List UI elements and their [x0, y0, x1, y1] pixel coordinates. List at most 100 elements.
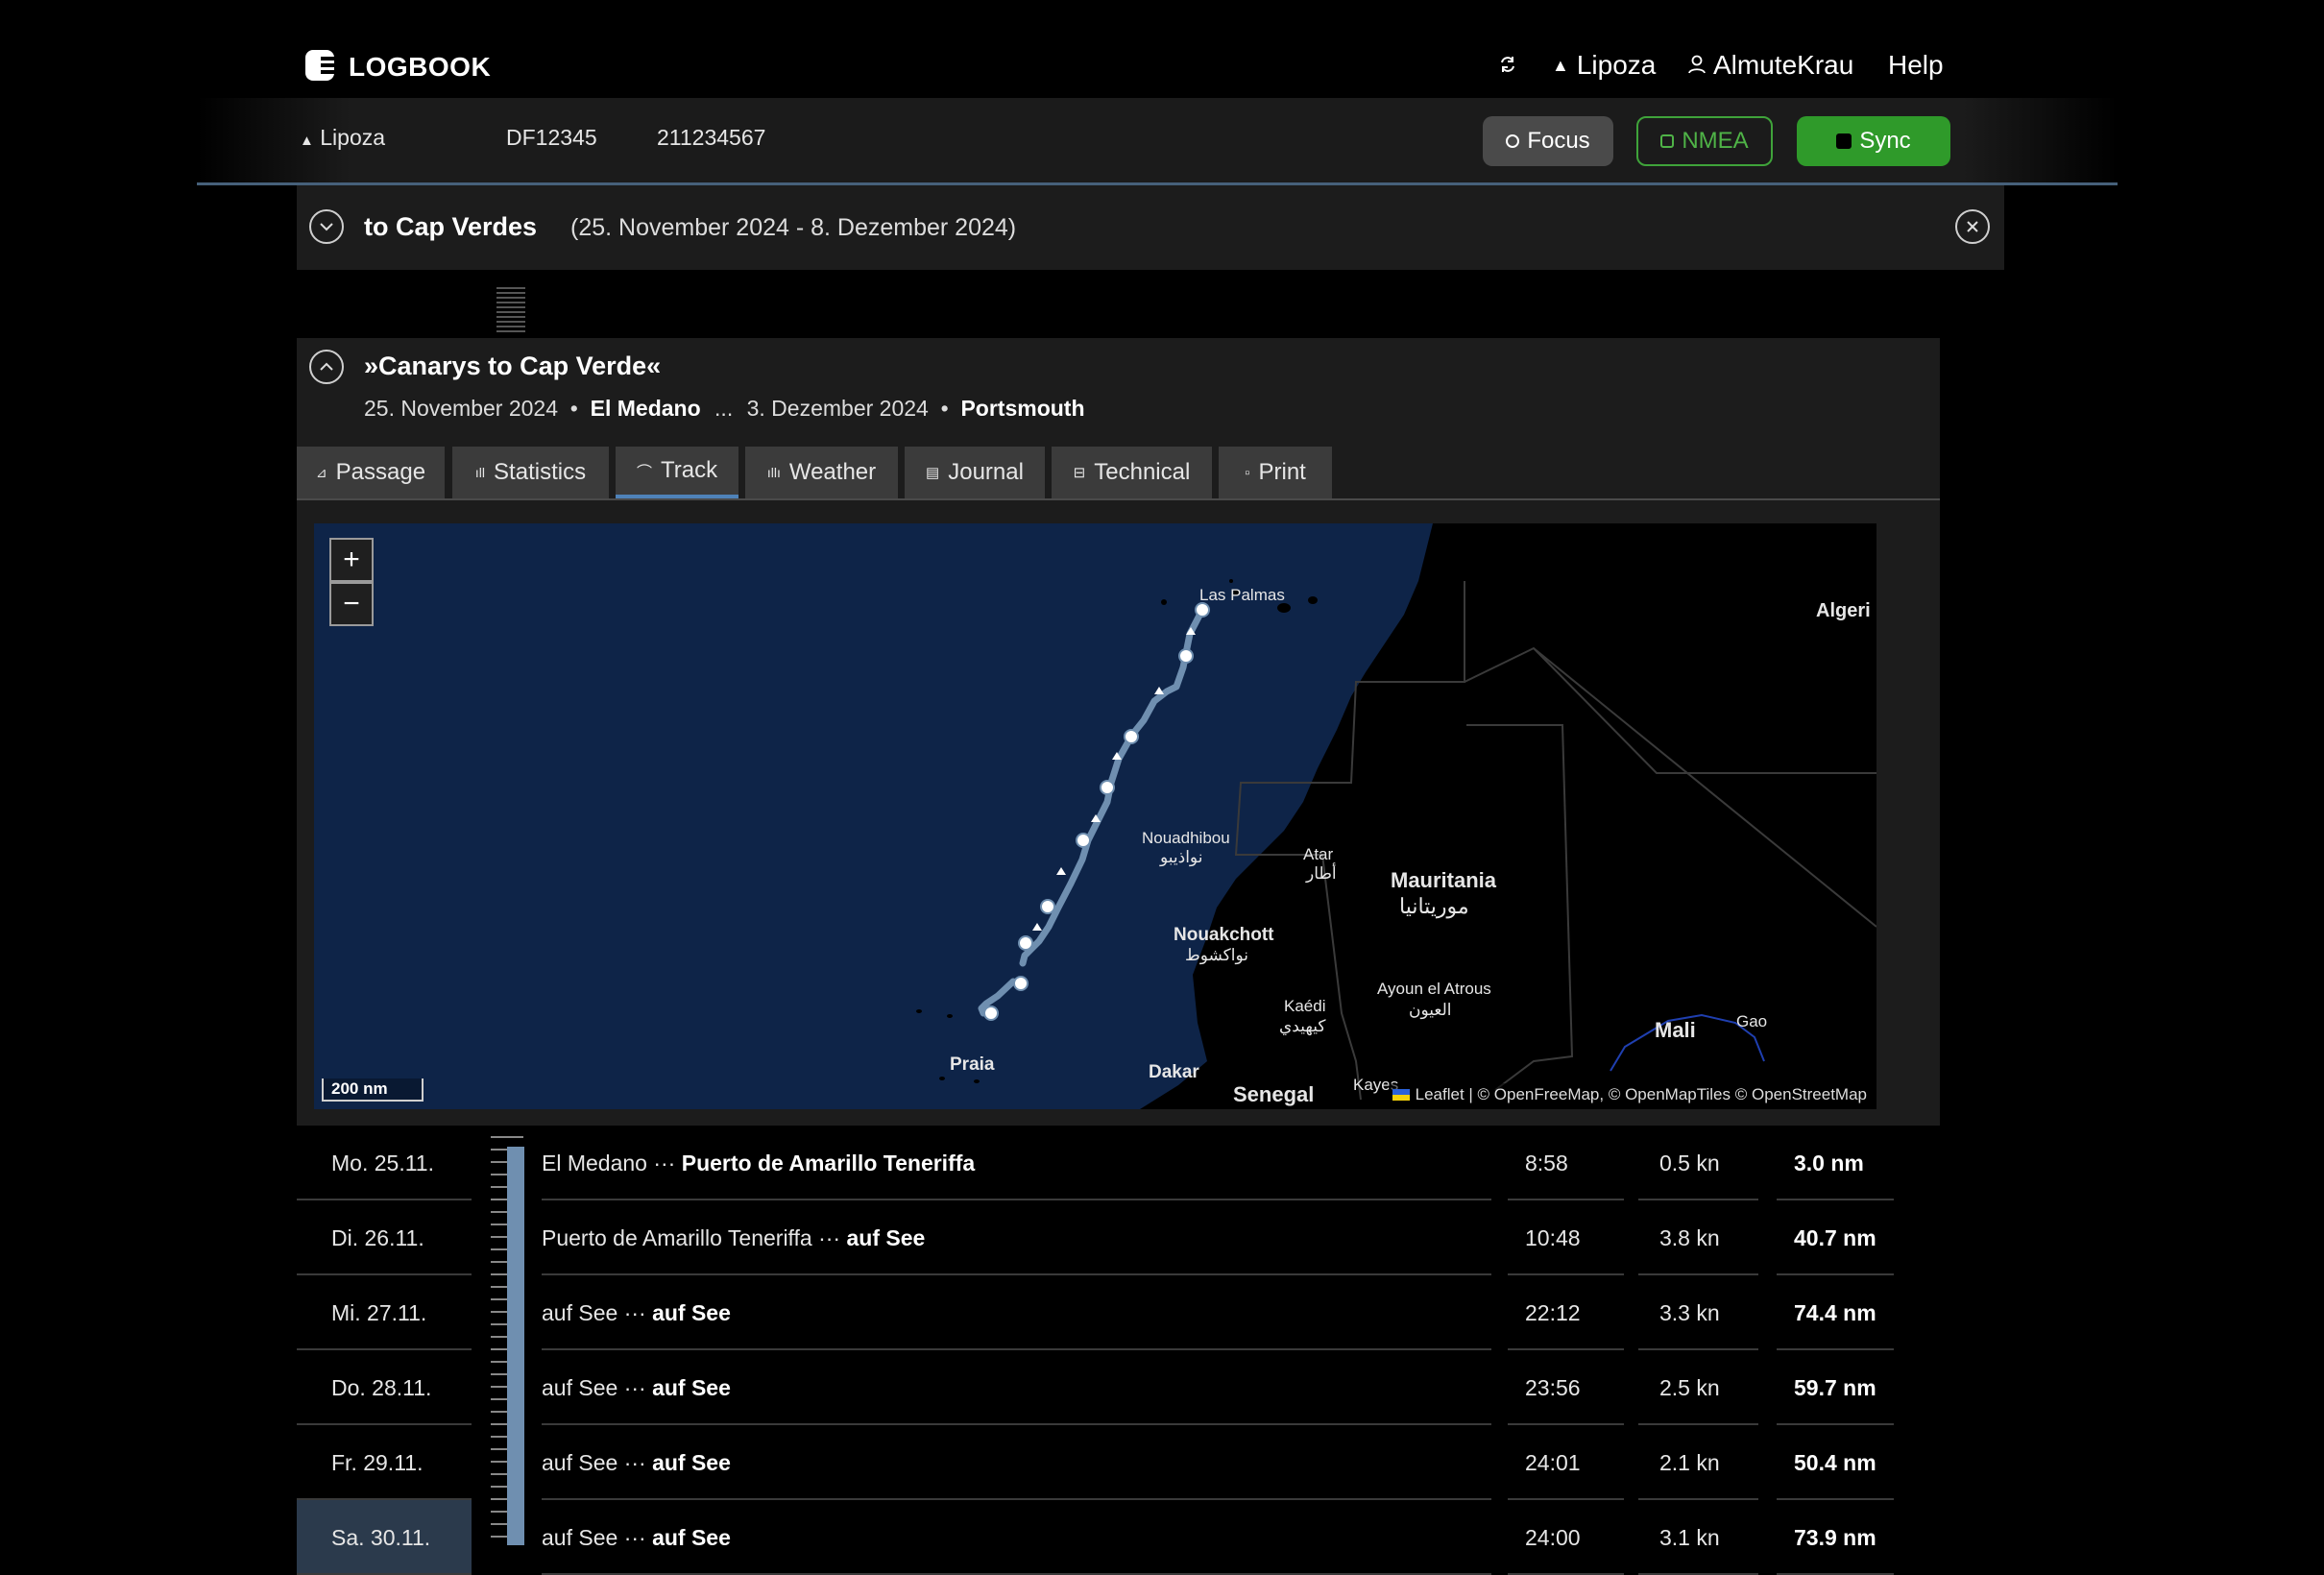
route-separator: ···: [653, 1151, 676, 1175]
day-distance: 40.7 nm: [1794, 1225, 1876, 1250]
route-to: auf See: [652, 1450, 731, 1475]
map-label-praia: Praia: [950, 1054, 995, 1075]
tab-technical[interactable]: ⊟ Technical: [1052, 447, 1212, 498]
map-scale: 200 nm: [322, 1078, 424, 1102]
sync-label: Sync: [1859, 128, 1911, 154]
passage-ellipsis: ...: [714, 396, 734, 421]
nmea-square-icon: [1660, 134, 1675, 148]
app-name[interactable]: LOGBOOK: [349, 52, 491, 83]
table-row[interactable]: Mo. 25.11. El Medano ··· Puerto de Amaril…: [0, 1126, 2324, 1200]
tab-underline: [297, 498, 1940, 500]
day-speed: 3.8 kn: [1659, 1225, 1720, 1250]
tab-label: Track: [660, 457, 718, 483]
passage-summary: 25. November 2024 • El Medano ... 3. Dez…: [364, 396, 1085, 422]
table-row[interactable]: Mi. 27.11. auf See ··· auf See 22:12 3.3 kn…: [0, 1275, 2324, 1350]
track-icon: ⌒: [636, 465, 652, 481]
tab-passage[interactable]: ⊿ Passage: [297, 447, 445, 498]
sync-square-icon: [1836, 133, 1852, 149]
trip-collapse-button[interactable]: [309, 209, 344, 244]
bullet: •: [934, 396, 956, 421]
zoom-in-button[interactable]: +: [329, 538, 374, 582]
map-label-dakar: Dakar: [1149, 1062, 1199, 1082]
focus-button[interactable]: Focus: [1483, 116, 1613, 166]
map-attribution[interactable]: Leaflet | © OpenFreeMap, © OpenMapTiles …: [1388, 1083, 1871, 1106]
passage-collapse-button[interactable]: [309, 350, 344, 384]
island: [939, 1077, 945, 1080]
map-label-las-palmas: Las Palmas: [1199, 586, 1285, 604]
map-label-mauritania-ar: موريتانيا: [1399, 894, 1469, 918]
table-row[interactable]: Sa. 30.11. auf See ··· auf See 24:00 3.1 kn…: [0, 1500, 2324, 1575]
route-from: auf See: [542, 1375, 618, 1400]
day-duration: 24:01: [1525, 1450, 1581, 1475]
trip-dates: (25. November 2024 - 8. Dezember 2024): [570, 214, 1017, 241]
passage-start-date: 25. November 2024: [364, 396, 559, 421]
focus-circle-icon: [1506, 134, 1520, 148]
chevron-down-icon: [320, 223, 333, 231]
map-canvas: [916, 523, 1876, 1109]
tab-print[interactable]: ▫ Print: [1219, 447, 1332, 498]
day-distance: 73.9 nm: [1794, 1525, 1876, 1550]
route-to: auf See: [652, 1300, 731, 1325]
day-route: Puerto de Amarillo Teneriffa ··· auf See: [542, 1225, 925, 1251]
table-row[interactable]: Di. 26.11. Puerto de Amarillo Teneriffa ·…: [0, 1200, 2324, 1275]
map-label-nouakchott: Nouakchott: [1174, 925, 1274, 945]
table-row[interactable]: Do. 28.11. auf See ··· auf See 23:56 2.5 kn…: [0, 1350, 2324, 1425]
print-icon: ▫: [1245, 464, 1250, 481]
nmea-button[interactable]: NMEA: [1636, 116, 1773, 166]
close-icon: [1967, 221, 1978, 232]
technical-icon: ⊟: [1073, 465, 1086, 481]
track-markers: [983, 602, 1210, 1021]
nav-user-label: AlmuteKrau: [1713, 50, 1854, 80]
tab-track[interactable]: ⌒ Track: [616, 447, 738, 498]
day-table: Mo. 25.11. El Medano ··· Puerto de Amaril…: [0, 1126, 2324, 1575]
route-separator: ···: [623, 1450, 646, 1475]
refresh-button[interactable]: [1498, 50, 1517, 81]
map-label-kaedi-ar: كيهيدي: [1279, 1017, 1326, 1035]
day-date: Mo. 25.11.: [331, 1151, 434, 1175]
map-label-mali: Mali: [1655, 1018, 1696, 1042]
subbar-boat-label: Lipoza: [320, 125, 386, 150]
map-label-nouadhibou: Nouadhibou: [1142, 829, 1230, 847]
trip-title[interactable]: to Cap Verdes: [364, 212, 537, 242]
day-speed: 3.1 kn: [1659, 1525, 1720, 1550]
day-date: Sa. 30.11.: [331, 1525, 431, 1550]
bullet: •: [564, 396, 585, 421]
day-speed: 3.3 kn: [1659, 1300, 1720, 1325]
day-duration: 10:48: [1525, 1225, 1581, 1250]
day-duration: 23:56: [1525, 1375, 1581, 1400]
track-map[interactable]: Las Palmas Algeri Nouadhibou نواذيبو Ata…: [314, 523, 1876, 1109]
map-label-senegal: Senegal: [1233, 1082, 1315, 1106]
route-separator: ···: [623, 1375, 646, 1400]
nav-help-link[interactable]: Help: [1888, 50, 1944, 81]
day-duration: 24:00: [1525, 1525, 1581, 1550]
island: [974, 1079, 980, 1083]
trip-close-button[interactable]: [1955, 209, 1990, 244]
route-from: Puerto de Amarillo Teneriffa: [542, 1225, 812, 1250]
chevron-up-icon: [320, 362, 333, 371]
sync-button[interactable]: Sync: [1797, 116, 1950, 166]
tab-statistics[interactable]: ıll Statistics: [452, 447, 609, 498]
statistics-icon: ıll: [474, 465, 486, 480]
passage-end-place: Portsmouth: [960, 396, 1085, 421]
map-label-atar-ar: أطار: [1306, 864, 1337, 883]
route-to: auf See: [846, 1225, 926, 1250]
tab-label: Passage: [335, 459, 426, 485]
nav-boat-link[interactable]: ▲ Lipoza: [1552, 50, 1656, 81]
day-duration: 8:58: [1525, 1151, 1568, 1175]
nav-user-link[interactable]: AlmuteKrau: [1688, 50, 1853, 81]
table-row[interactable]: Fr. 29.11. auf See ··· auf See 24:01 2.1 kn…: [0, 1425, 2324, 1500]
day-distance: 50.4 nm: [1794, 1450, 1876, 1475]
day-date: Mi. 27.11.: [331, 1300, 427, 1325]
callsign: DF12345: [506, 125, 597, 150]
weather-icon: ıllı: [766, 465, 781, 480]
passage-start-place: El Medano: [590, 396, 701, 421]
island: [1161, 599, 1167, 605]
map-label-algeria: Algeri: [1816, 600, 1871, 621]
trip-header: [297, 185, 2004, 270]
timeline-marker: [496, 284, 525, 334]
tab-weather[interactable]: ıllı Weather: [745, 447, 898, 498]
tab-label: Technical: [1094, 459, 1191, 485]
tab-journal[interactable]: ▤ Journal: [905, 447, 1045, 498]
zoom-out-button[interactable]: −: [329, 582, 374, 626]
route-track: [978, 606, 1206, 1017]
